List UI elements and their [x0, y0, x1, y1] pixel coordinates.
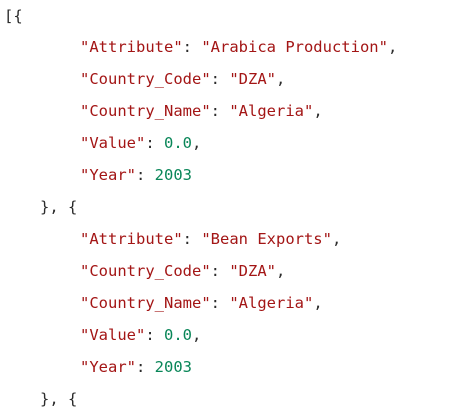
country-code-value: "DZA" — [229, 262, 276, 280]
attribute-key: "Attribute" — [80, 38, 183, 56]
attribute-value: "Arabica Production" — [201, 38, 388, 56]
country-name-key: "Country_Name" — [80, 102, 211, 120]
record-1-country-code-line: "Country_Code": "DZA", — [80, 262, 286, 280]
json-code-view: [{ "Attribute": "Arabica Production", "C… — [0, 0, 466, 416]
year-number: 2003 — [154, 358, 192, 376]
country-name-value: "Algeria" — [229, 294, 314, 312]
year-key: "Year" — [80, 166, 136, 184]
country-code-key: "Country_Code" — [80, 262, 211, 280]
record-1-value-line: "Value": 0.0, — [80, 326, 202, 344]
record-0-value-line: "Value": 0.0, — [80, 134, 202, 152]
record-1-country-name-line: "Country_Name": "Algeria", — [80, 294, 323, 312]
value-number: 0.0 — [164, 326, 192, 344]
value-key: "Value" — [80, 326, 146, 344]
record-1-attribute-line: "Attribute": "Bean Exports", — [80, 230, 342, 248]
attribute-key: "Attribute" — [80, 230, 183, 248]
year-key: "Year" — [80, 358, 136, 376]
record-0-year-line: "Year": 2003 — [80, 166, 192, 184]
country-code-key: "Country_Code" — [80, 70, 211, 88]
country-name-value: "Algeria" — [229, 102, 314, 120]
record-0-attribute-line: "Attribute": "Arabica Production", — [80, 38, 398, 56]
record-0-country-code-line: "Country_Code": "DZA", — [80, 70, 286, 88]
open-bracket: [{ — [4, 7, 23, 25]
record-separator-trailing: }, { — [40, 390, 78, 408]
attribute-value: "Bean Exports" — [201, 230, 332, 248]
record-0-country-name-line: "Country_Name": "Algeria", — [80, 102, 323, 120]
country-code-value: "DZA" — [229, 70, 276, 88]
year-number: 2003 — [154, 166, 192, 184]
record-1-year-line: "Year": 2003 — [80, 358, 192, 376]
value-number: 0.0 — [164, 134, 192, 152]
record-separator: }, { — [40, 198, 78, 216]
value-key: "Value" — [80, 134, 146, 152]
country-name-key: "Country_Name" — [80, 294, 211, 312]
